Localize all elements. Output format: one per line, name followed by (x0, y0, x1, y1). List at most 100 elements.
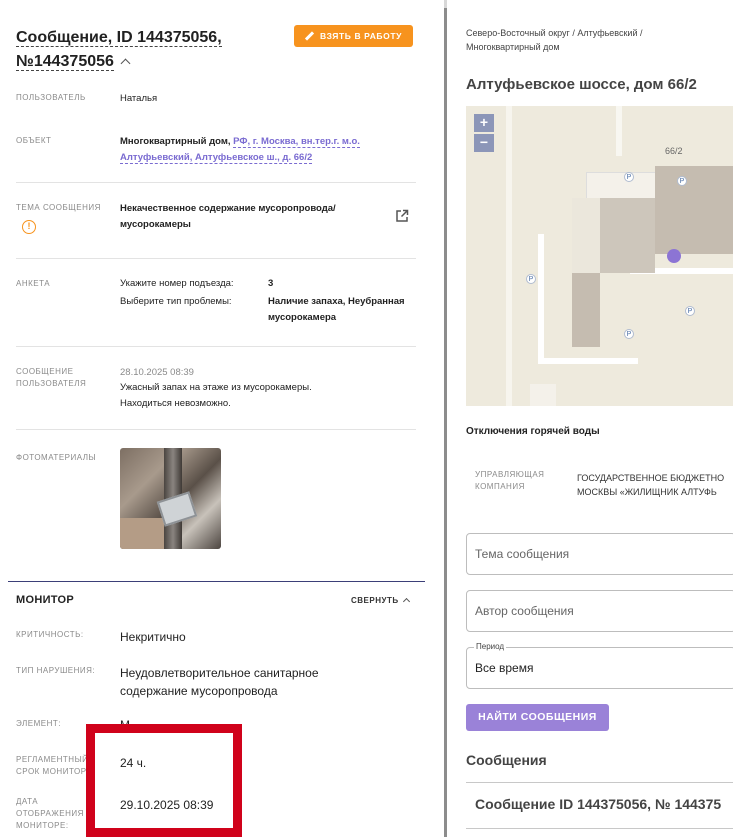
object-panel: Северо-Восточный округ / Алтуфьевский / … (450, 0, 733, 837)
survey-answer-2-line1: Наличие запаха, Неубранная (268, 296, 405, 307)
map-house-number: 66/2 (665, 146, 683, 156)
criticality-value: Некритично (120, 630, 186, 644)
map-building (530, 384, 556, 406)
message-title-line1[interactable]: Сообщение, ID 144375056, (16, 29, 222, 47)
user-message-label-line2: ПОЛЬЗОВАТЕЛЯ (16, 379, 87, 388)
zoom-out-icon[interactable]: − (474, 134, 494, 152)
find-messages-button[interactable]: НАЙТИ СООБЩЕНИЯ (466, 704, 609, 731)
user-message-text-line2: Находиться невозможно. (120, 398, 231, 409)
collapse-button[interactable]: СВЕРНУТЬ (351, 596, 410, 606)
survey-answer-2-line2: мусорокамера (268, 312, 337, 323)
panel-divider-top (444, 0, 447, 8)
take-to-work-label: ВЗЯТЬ В РАБОТУ (319, 31, 403, 41)
object-address-link-2[interactable]: Алтуфьевский, Алтуфьевское ш., д. 66/2 (120, 152, 313, 164)
map-path (616, 106, 622, 156)
violation-type-label: ТИП НАРУШЕНИЯ: (16, 666, 96, 675)
photos-label: ФОТОМАТЕРИАЛЫ (16, 453, 97, 462)
criticality-label: КРИТИЧНОСТЬ: (16, 630, 84, 639)
user-value: Наталья (120, 93, 158, 104)
map-road (538, 234, 544, 364)
violation-type-line2: содержание мусоропровода (120, 684, 278, 698)
chevron-up-icon (402, 597, 410, 606)
divider (16, 182, 416, 183)
divider (466, 828, 733, 829)
message-author-input[interactable] (467, 591, 733, 631)
survey-answer-2: Наличие запаха, Неубранная мусорокамера (268, 294, 418, 326)
hot-water-notice[interactable]: Отключения горячей воды (466, 426, 600, 437)
monitor-title: МОНИТОР (16, 594, 75, 606)
display-date-label: ДАТА ОТОБРАЖЕНИЯ МОНИТОРЕ: (16, 796, 84, 832)
user-message-date: 28.10.2025 08:39 (120, 367, 194, 378)
survey-question-2: Выберите тип проблемы: (120, 296, 232, 307)
divider (16, 258, 416, 259)
management-company-value: ГОСУДАРСТВЕННОЕ БЮДЖЕТНО МОСКВЫ «ЖИЛИЩНИ… (577, 471, 733, 499)
photo-chute-hatch (156, 491, 198, 527)
object-type: Многоквартирный дом, (120, 136, 234, 147)
display-date-label-line3: МОНИТОРЕ: (16, 821, 69, 830)
deadline-label-line1: РЕГЛАМЕНТНЫЙ (16, 755, 89, 764)
map-building (600, 198, 655, 273)
period-value: Все время (475, 661, 534, 675)
message-panel: Сообщение, ID 144375056, №144375056 ВЗЯТ… (0, 0, 446, 837)
map-building (655, 166, 733, 254)
take-to-work-button[interactable]: ВЗЯТЬ В РАБОТУ (294, 25, 413, 47)
survey-answer-1: 3 (268, 276, 273, 292)
user-message-label: СООБЩЕНИЕ ПОЛЬЗОВАТЕЛЯ (16, 366, 86, 390)
map-path (506, 106, 512, 406)
zoom-in-icon[interactable]: + (474, 114, 494, 132)
management-company-line1: ГОСУДАРСТВЕННОЕ БЮДЖЕТНО (577, 473, 725, 483)
collapse-label: СВЕРНУТЬ (351, 596, 399, 605)
parking-icon: P (624, 329, 634, 339)
violation-type-line1: Неудовлетворительное санитарное (120, 666, 319, 680)
survey-question-1: Укажите номер подъезда: (120, 278, 234, 289)
management-company-label: УПРАВЛЯЮЩАЯ КОМПАНИЯ (475, 469, 544, 493)
chevron-up-icon[interactable] (120, 58, 131, 69)
object-address-link-1[interactable]: РФ, г. Москва, вн.тер.г. м.о. (233, 136, 360, 148)
period-label: Период (474, 642, 507, 651)
external-link-icon[interactable] (395, 209, 409, 223)
photo-thumbnail[interactable] (120, 448, 221, 549)
deadline-label: РЕГЛАМЕНТНЫЙ СРОК МОНИТОР (16, 754, 88, 778)
survey-answer-1-text: 3 (268, 278, 274, 289)
breadcrumb-line2: Многоквартирный дом (466, 42, 560, 52)
location-marker-icon[interactable] (667, 249, 681, 263)
display-date-label-line1: ДАТА (16, 797, 39, 806)
object-label: ОБЪЕКТ (16, 136, 52, 145)
monitor-divider (8, 581, 425, 582)
warning-circle-icon: ! (22, 220, 36, 234)
photo-floor (120, 518, 170, 549)
topic-value-line1: Некачественное содержание мусоропровода/ (120, 203, 336, 214)
message-topic-input[interactable] (467, 534, 733, 574)
message-topic-field (466, 533, 733, 575)
user-message-label-line1: СООБЩЕНИЕ (16, 367, 74, 376)
user-label: ПОЛЬЗОВАТЕЛЬ (16, 93, 86, 102)
map-building (572, 273, 600, 347)
panel-divider[interactable] (444, 0, 447, 837)
user-message-text: Ужасный запах на этаже из мусорокамеры. … (120, 380, 312, 412)
breadcrumb: Северо-Восточный округ / Алтуфьевский / … (466, 26, 696, 54)
highlight-box (86, 724, 242, 837)
map-road (538, 358, 638, 364)
user-message-text-line1: Ужасный запах на этаже из мусорокамеры. (120, 382, 312, 393)
topic-label: ТЕМА СООБЩЕНИЯ (16, 203, 101, 212)
message-author-field (466, 590, 733, 632)
parking-icon: P (677, 176, 687, 186)
parking-icon: P (685, 306, 695, 316)
deadline-label-line2: СРОК МОНИТОР (16, 767, 87, 776)
divider (466, 782, 733, 783)
pencil-icon (305, 32, 314, 41)
topic-value-line2: мусорокамеры (120, 219, 191, 230)
violation-type-value: Неудовлетворительное санитарное содержан… (120, 664, 319, 700)
period-select[interactable]: Период Все время (466, 642, 733, 689)
divider (16, 346, 416, 347)
map[interactable]: 66/2 P P P P P + − (466, 106, 733, 406)
breadcrumb-line1: Северо-Восточный округ / Алтуфьевский / (466, 28, 643, 38)
management-company-line2: МОСКВЫ «ЖИЛИЩНИК АЛТУФЬ (577, 487, 717, 497)
message-title-line2[interactable]: №144375056 (16, 53, 114, 71)
messages-list-item[interactable]: Сообщение ID 144375056, № 144375 (475, 796, 733, 812)
survey-label: АНКЕТА (16, 279, 51, 288)
topic-value: Некачественное содержание мусоропровода/… (120, 201, 380, 233)
messages-heading: Сообщения (466, 752, 547, 768)
divider (16, 429, 416, 430)
element-label: ЭЛЕМЕНТ: (16, 719, 61, 728)
